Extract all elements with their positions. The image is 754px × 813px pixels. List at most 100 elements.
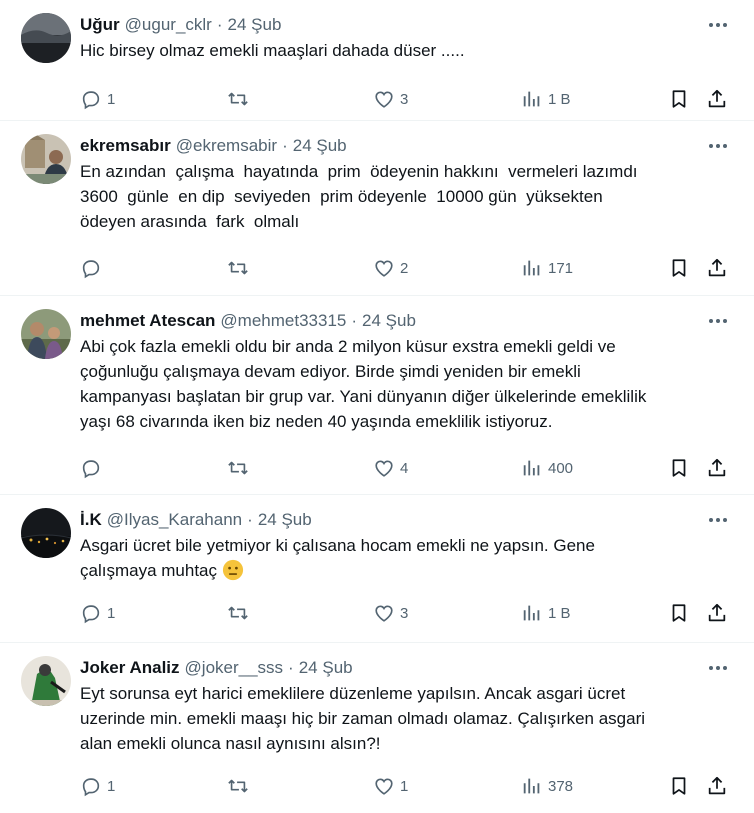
- more-options-icon[interactable]: [706, 508, 730, 532]
- like-button[interactable]: 3: [373, 87, 408, 111]
- retweet-button[interactable]: [227, 456, 254, 480]
- tweet-text-content: Asgari ücret bile yetmiyor ki çalısana h…: [80, 536, 595, 580]
- reply-icon: [82, 260, 100, 279]
- views-count: 1 B: [548, 604, 571, 622]
- reply-count: 1: [107, 777, 116, 795]
- reply-button[interactable]: [80, 256, 107, 280]
- bookmark-button[interactable]: [668, 774, 690, 798]
- tweet[interactable]: ekremsabır @ekremsabir · 24 Şub En azınd…: [0, 121, 754, 296]
- reply-icon: [82, 460, 100, 479]
- retweet-button[interactable]: [227, 601, 254, 625]
- retweet-icon: [228, 261, 248, 275]
- separator: ·: [282, 136, 288, 155]
- views-button[interactable]: 171: [521, 256, 573, 280]
- avatar[interactable]: [21, 309, 71, 359]
- like-button[interactable]: 1: [373, 774, 408, 798]
- like-button[interactable]: 2: [373, 256, 408, 280]
- user-handle[interactable]: @ekremsabir: [176, 136, 277, 156]
- tweet-header: ekremsabır @ekremsabir · 24 Şub: [80, 133, 738, 159]
- user-handle[interactable]: @mehmet33315: [220, 311, 346, 331]
- more-options-icon[interactable]: [706, 134, 730, 158]
- views-chart-icon: [523, 460, 540, 476]
- tweet-actions: 1 3 1 B: [80, 585, 738, 641]
- like-count: 4: [400, 459, 409, 477]
- bookmark-button[interactable]: [668, 256, 690, 280]
- tweet-actions: 2 171: [80, 240, 738, 296]
- share-icon: [708, 603, 726, 622]
- avatar[interactable]: [21, 656, 71, 706]
- share-icon: [708, 776, 726, 795]
- share-button[interactable]: [706, 456, 728, 480]
- tweet-text: En azından çalışma hayatında prim ödeyen…: [80, 162, 638, 231]
- retweet-button[interactable]: [227, 256, 254, 280]
- share-icon: [708, 458, 726, 477]
- views-button[interactable]: 400: [521, 456, 573, 480]
- heart-icon: [375, 605, 393, 622]
- avatar[interactable]: [21, 508, 71, 558]
- retweet-icon: [228, 606, 248, 620]
- tweet[interactable]: Joker Analiz @joker__sss · 24 Şub Eyt so…: [0, 643, 754, 813]
- tweet-text: Abi çok fazla emekli oldu bir anda 2 mil…: [80, 337, 647, 431]
- views-count: 171: [548, 259, 574, 277]
- more-options-icon[interactable]: [706, 13, 730, 37]
- display-name[interactable]: Joker Analiz: [80, 658, 180, 678]
- like-count: 2: [400, 259, 409, 277]
- separator: ·: [247, 510, 253, 529]
- bookmark-button[interactable]: [668, 601, 690, 625]
- tweet[interactable]: mehmet Atescan @mehmet33315 · 24 Şub Abi…: [0, 296, 754, 495]
- retweet-icon: [228, 92, 248, 106]
- share-icon: [708, 89, 726, 108]
- share-button[interactable]: [706, 256, 728, 280]
- tweet-date[interactable]: 24 Şub: [293, 136, 347, 156]
- tweet-date[interactable]: 24 Şub: [228, 15, 282, 35]
- retweet-button[interactable]: [227, 774, 254, 798]
- display-name[interactable]: ekremsabır: [80, 136, 171, 156]
- retweet-icon: [228, 779, 248, 793]
- tweet-date[interactable]: 24 Şub: [362, 311, 416, 331]
- views-count: 378: [548, 777, 574, 795]
- bookmark-icon: [672, 459, 686, 477]
- heart-icon: [375, 91, 393, 108]
- views-chart-icon: [523, 778, 540, 794]
- user-handle[interactable]: @Ilyas_Karahann: [107, 510, 242, 530]
- display-name[interactable]: İ.K: [80, 510, 102, 530]
- separator: ·: [216, 15, 223, 34]
- share-button[interactable]: [706, 774, 728, 798]
- like-button[interactable]: 3: [373, 601, 408, 625]
- more-options-icon[interactable]: [706, 309, 730, 333]
- bookmark-icon: [672, 90, 686, 108]
- bookmark-button[interactable]: [668, 87, 690, 111]
- retweet-button[interactable]: [227, 87, 254, 111]
- tweet-date[interactable]: 24 Şub: [258, 510, 312, 530]
- reply-button[interactable]: 1: [80, 601, 115, 625]
- share-button[interactable]: [706, 87, 728, 111]
- tweet[interactable]: Uğur @ugur_cklr · 24 Şub Hic birsey olma…: [0, 0, 754, 121]
- share-button[interactable]: [706, 601, 728, 625]
- views-button[interactable]: 1 B: [521, 601, 571, 625]
- neutral-face-emoji-icon: [222, 559, 243, 581]
- like-button[interactable]: 4: [373, 456, 408, 480]
- views-button[interactable]: 1 B: [521, 87, 571, 111]
- display-name[interactable]: Uğur: [80, 15, 120, 35]
- more-options-icon[interactable]: [706, 656, 730, 680]
- reply-button[interactable]: [80, 456, 107, 480]
- views-button[interactable]: 378: [521, 774, 573, 798]
- avatar[interactable]: [21, 13, 71, 63]
- display-name[interactable]: mehmet Atescan: [80, 311, 215, 331]
- tweet-text: Eyt sorunsa eyt harici emeklilere düzenl…: [80, 684, 646, 753]
- reply-button[interactable]: 1: [80, 87, 115, 111]
- separator: ·: [351, 311, 358, 330]
- reply-button[interactable]: 1: [80, 774, 115, 798]
- tweet-date[interactable]: 24 Şub: [299, 658, 353, 678]
- user-handle[interactable]: @joker__sss: [185, 658, 284, 678]
- reply-icon: [82, 91, 100, 110]
- avatar[interactable]: [21, 134, 71, 184]
- bookmark-button[interactable]: [668, 456, 690, 480]
- share-icon: [708, 258, 726, 277]
- tweet[interactable]: İ.K @Ilyas_Karahann · 24 Şub Asgari ücre…: [0, 495, 754, 643]
- user-handle[interactable]: @ugur_cklr: [125, 15, 212, 35]
- heart-icon: [375, 778, 393, 795]
- tweet-actions: 4 400: [80, 440, 738, 496]
- tweet-header: Joker Analiz @joker__sss · 24 Şub: [80, 655, 738, 681]
- reply-icon: [82, 605, 100, 624]
